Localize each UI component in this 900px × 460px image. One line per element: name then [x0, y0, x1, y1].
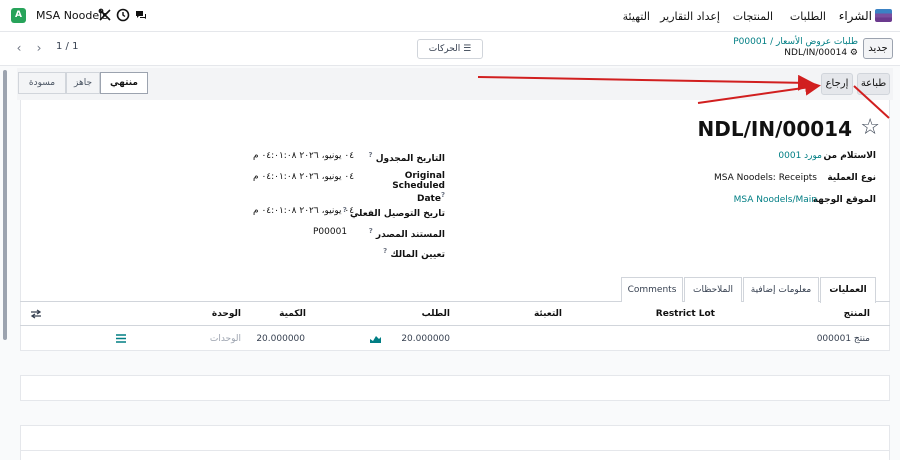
column-settings-icon[interactable]	[30, 309, 42, 319]
status-ready[interactable]: جاهز	[66, 72, 100, 94]
tab-notes[interactable]: الملاحظات	[684, 277, 742, 302]
star-icon[interactable]: ☆	[860, 115, 880, 140]
field-label-assign-owner: ? تعيين المالك	[383, 247, 445, 260]
pager-next-button[interactable]: ›	[32, 40, 46, 56]
table-row-empty	[20, 376, 890, 401]
menu-reporting[interactable]: إعداد التقارير	[660, 10, 720, 23]
forecast-chart-icon[interactable]	[370, 335, 381, 343]
actions-button[interactable]: الحركات ☰	[417, 39, 483, 59]
breadcrumb-parent[interactable]: P00001 / طلبات عروض الأسعار	[733, 37, 858, 47]
cell-product[interactable]: منتج 000001	[817, 334, 870, 344]
table-row[interactable]: منتج 000001 20.000000 20.000000 الوحدات	[20, 326, 890, 351]
tools-icon[interactable]	[98, 8, 112, 22]
field-label-receive-from: الاستلام من	[823, 151, 876, 161]
cell-unit[interactable]: الوحدات	[210, 334, 241, 344]
field-label-effective-date: ? تاريخ التوصيل الفعلي	[343, 206, 445, 219]
col-demand[interactable]: الطلب	[422, 309, 450, 319]
table-row-empty	[20, 351, 890, 376]
detailed-operations-icon[interactable]	[116, 334, 126, 343]
table-header: المنتج Restrict Lot التعبئة الطلب الكمية…	[20, 302, 890, 326]
pager-value[interactable]: 1 / 1	[56, 41, 78, 52]
company-avatar[interactable]: A	[11, 8, 26, 23]
effective-date-label: تاريخ التوصيل الفعلي	[349, 209, 445, 219]
menu-products[interactable]: المنتجات	[733, 10, 773, 23]
breadcrumb-current-label: NDL/IN/00014	[784, 48, 848, 58]
field-label-operation-type: نوع العملية	[827, 173, 876, 183]
pager-prev-button[interactable]: ‹	[12, 40, 26, 56]
status-draft[interactable]: مسودة	[18, 72, 66, 94]
field-receive-from[interactable]: مورد 0001	[778, 151, 822, 161]
operations-table: المنتج Restrict Lot التعبئة الطلب الكمية…	[20, 302, 890, 451]
hamburger-icon: ☰	[463, 44, 472, 54]
field-label-original-date: Original Scheduled Date?	[363, 171, 445, 204]
field-operation-type[interactable]: MSA Noodels: Receipts	[714, 173, 817, 183]
field-label-source-document: ? المستند المصدر	[369, 227, 445, 240]
scheduled-date-label: التاريخ المجدول	[375, 154, 445, 164]
actions-label: الحركات	[428, 44, 461, 54]
help-icon[interactable]: ?	[441, 191, 445, 199]
cell-demand[interactable]: 20.000000	[401, 334, 450, 344]
status-done[interactable]: منتهي	[100, 72, 148, 94]
table-row-empty	[20, 401, 890, 426]
field-label-scheduled-date: ? التاريخ المجدول	[369, 151, 446, 164]
help-icon[interactable]: ?	[369, 227, 373, 235]
source-document-label: المستند المصدر	[375, 230, 445, 240]
chat-icon[interactable]	[134, 8, 148, 22]
new-button[interactable]: جديد	[863, 38, 893, 59]
field-destination[interactable]: MSA Noodels/Main	[734, 195, 817, 205]
col-packaging[interactable]: التعبئة	[534, 309, 562, 319]
tab-comments[interactable]: Comments	[621, 277, 683, 302]
menu-orders[interactable]: الطلبات	[790, 10, 826, 23]
field-original-date[interactable]: ٠٤ يونيو، ٢٠٢٦ ٠٤:٠١:٠٨ م	[253, 172, 354, 182]
col-restrict-lot[interactable]: Restrict Lot	[656, 309, 715, 319]
button-bar: طباعة إرجاع	[17, 68, 893, 100]
purchase-app-icon[interactable]	[875, 9, 892, 22]
gear-icon[interactable]: ⚙	[850, 48, 858, 58]
assign-owner-label: تعيين المالك	[390, 250, 445, 260]
original-date-label: Original Scheduled Date	[392, 171, 445, 204]
app-brand[interactable]: الشراء	[839, 9, 872, 23]
control-panel: جديد P00001 / طلبات عروض الأسعار NDL/IN/…	[0, 32, 900, 66]
field-label-destination: الموقع الوجهة	[812, 195, 876, 205]
help-icon[interactable]: ?	[369, 151, 373, 159]
breadcrumb-current: NDL/IN/00014 ⚙	[784, 48, 858, 58]
col-product[interactable]: المنتج	[844, 309, 870, 319]
field-source-document[interactable]: P00001	[313, 227, 347, 237]
col-quantity[interactable]: الكمية	[279, 309, 306, 319]
tab-operations[interactable]: العمليات	[820, 277, 876, 303]
status-bar: مسودة جاهز منتهي	[18, 72, 148, 94]
tab-additional-info[interactable]: معلومات إضافية	[743, 277, 819, 302]
cell-quantity[interactable]: 20.000000	[256, 334, 305, 344]
notebook-tabs: العمليات معلومات إضافية الملاحظات Commen…	[20, 277, 890, 303]
top-navbar: الشراء الطلبات المنتجات إعداد التقارير ا…	[0, 0, 900, 32]
field-effective-date[interactable]: ٠٤ يونيو، ٢٠٢٦ ٠٤:٠١:٠٨ م	[253, 206, 354, 216]
scrollbar[interactable]	[3, 70, 7, 340]
clock-icon[interactable]	[116, 8, 130, 22]
col-unit[interactable]: الوحدة	[212, 309, 241, 319]
record-title: NDL/IN/00014	[697, 117, 852, 141]
return-button[interactable]: إرجاع	[821, 73, 853, 95]
menu-configuration[interactable]: التهيئة	[623, 10, 650, 23]
help-icon[interactable]: ?	[383, 247, 387, 255]
table-row-empty	[20, 426, 890, 451]
print-button[interactable]: طباعة	[857, 73, 890, 95]
field-scheduled-date[interactable]: ٠٤ يونيو، ٢٠٢٦ ٠٤:٠١:٠٨ م	[253, 151, 354, 161]
